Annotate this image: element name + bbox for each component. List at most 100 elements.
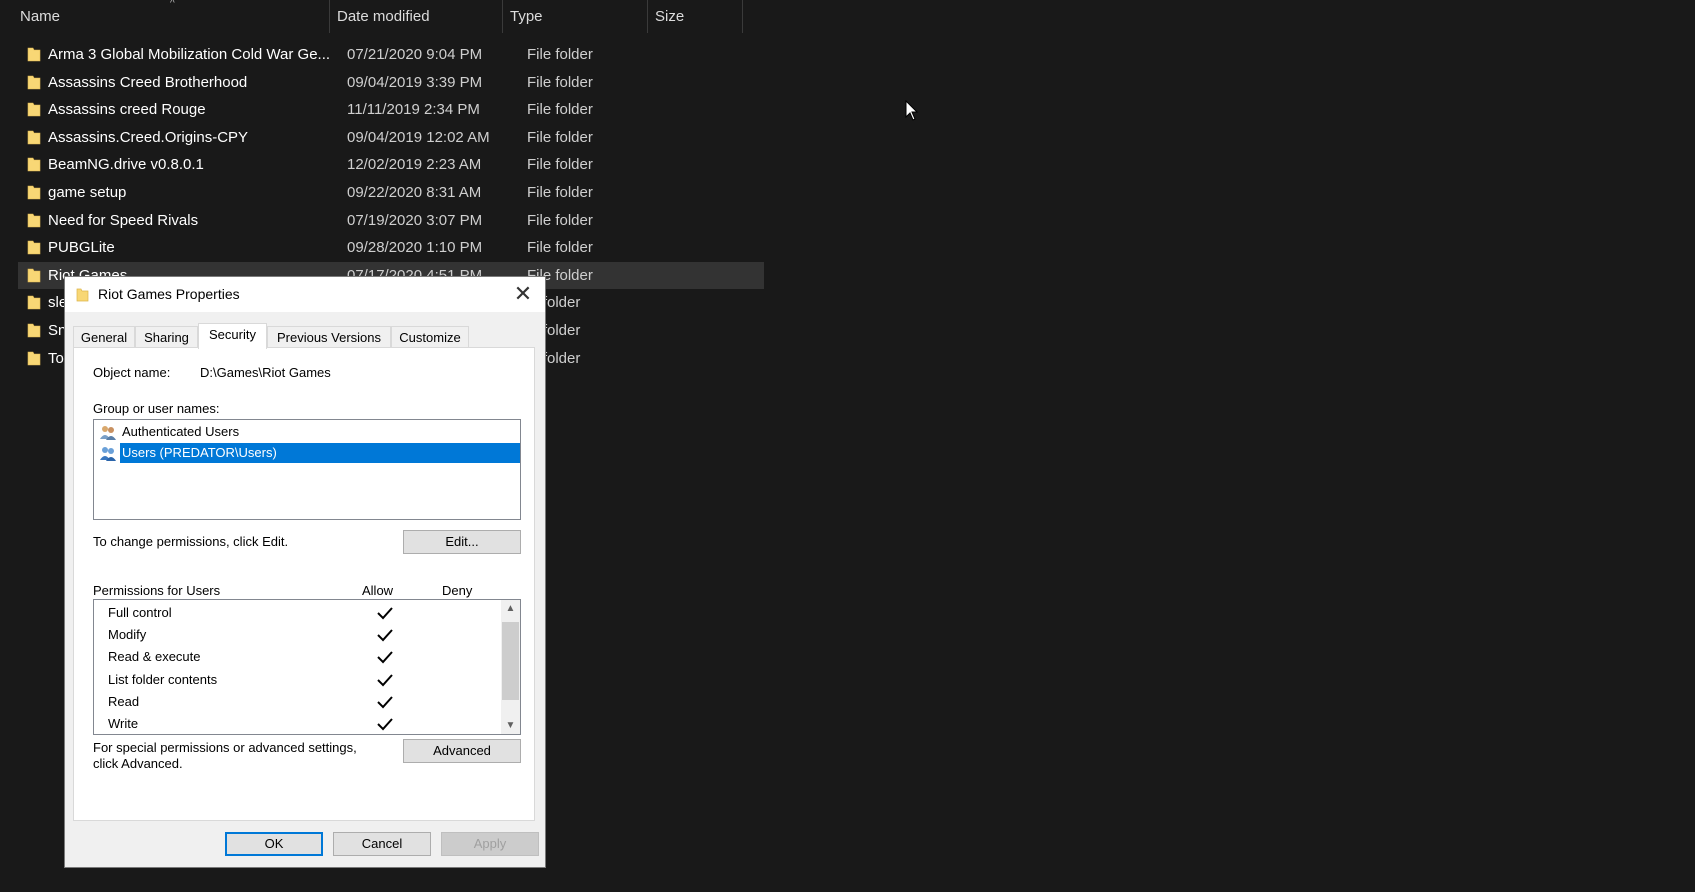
user-name: Authenticated Users [122, 424, 240, 439]
permission-row: Write [108, 713, 468, 735]
folder-icon [27, 295, 41, 310]
users-icon [100, 447, 116, 461]
file-type: File folder [527, 156, 593, 173]
column-size[interactable]: Size [647, 0, 747, 33]
column-header: ^ Name Date modified Type Size [0, 0, 770, 33]
permission-name: Modify [108, 627, 147, 643]
file-name: PUBGLite [48, 239, 115, 256]
file-row[interactable]: Assassins.Creed.Origins-CPY 09/04/2019 12… [18, 124, 764, 151]
file-row[interactable]: Assassins Creed Brotherhood 09/04/2019 3:… [18, 69, 764, 96]
close-button[interactable]: ✕ [501, 277, 545, 312]
column-date-modified[interactable]: Date modified [329, 0, 499, 33]
file-row[interactable]: Arma 3 Global Mobilization Cold War Ge..… [18, 41, 764, 68]
column-name[interactable]: Name [12, 0, 326, 33]
folder-icon [27, 323, 41, 338]
change-permissions-hint: To change permissions, click Edit. [93, 534, 289, 549]
group-label: Group or user names: [93, 401, 220, 416]
permission-row: Modify [108, 624, 468, 646]
ok-button[interactable]: OK [225, 832, 323, 856]
cancel-button[interactable]: Cancel [333, 832, 431, 856]
advanced-button[interactable]: Advanced [403, 739, 521, 763]
file-type: File folder [527, 239, 593, 256]
permission-row: Read & execute [108, 646, 468, 668]
file-size [676, 234, 756, 261]
user-list[interactable]: Authenticated Users Users (PREDATOR\User… [93, 419, 521, 520]
scroll-thumb[interactable] [502, 622, 519, 700]
file-type: File folder [527, 101, 593, 118]
scroll-up-icon[interactable]: ▲ [501, 600, 520, 617]
file-size [676, 289, 756, 316]
folder-icon [27, 130, 41, 145]
folder-icon [76, 288, 89, 302]
file-date: 12/02/2019 2:23 AM [347, 156, 482, 173]
edit-button[interactable]: Edit... [403, 530, 521, 554]
permission-row: Read [108, 691, 468, 713]
apply-button[interactable]: Apply [441, 832, 539, 856]
file-type: File folder [527, 184, 593, 201]
file-type: File folder [527, 129, 593, 146]
deny-column-label: Deny [442, 583, 473, 598]
permission-name: Read & execute [108, 649, 201, 665]
tab-security[interactable]: Security [198, 323, 267, 349]
permission-name: Write [108, 716, 139, 731]
user-item-authenticated-users[interactable]: Authenticated Users [99, 422, 520, 442]
column-type[interactable]: Type [502, 0, 642, 33]
file-name: Assassins.Creed.Origins-CPY [48, 129, 249, 146]
permission-name: Full control [108, 605, 172, 620]
tab-customize[interactable]: Customize [391, 326, 469, 347]
allow-column-label: Allow [362, 583, 394, 598]
folder-icon [27, 75, 41, 90]
file-name: game setup [48, 184, 127, 201]
folder-icon [27, 351, 41, 366]
users-icon [100, 426, 116, 440]
file-date: 07/21/2020 9:04 PM [347, 46, 483, 63]
file-size [676, 41, 756, 68]
allow-check-icon [377, 607, 393, 620]
file-row[interactable]: BeamNG.drive v0.8.0.1 12/02/2019 2:23 AM F… [18, 151, 764, 178]
tab-sharing[interactable]: Sharing [135, 326, 198, 347]
dialog-title: Riot Games Properties [98, 286, 240, 302]
allow-check-icon [377, 629, 393, 642]
permissions-list[interactable]: Full control Modify Read & execute List fol… [93, 599, 521, 735]
tab-previous-versions[interactable]: Previous Versions [267, 326, 391, 347]
file-date: 09/04/2019 3:39 PM [347, 74, 483, 91]
file-name: Need for Speed Rivals [48, 212, 199, 229]
file-name: BeamNG.drive v0.8.0.1 [48, 156, 204, 173]
file-row[interactable]: Assassins creed Rouge 11/11/2019 2:34 PM F… [18, 96, 764, 123]
file-date: 09/04/2019 12:02 AM [347, 129, 490, 146]
user-name: Users (PREDATOR\Users) [120, 443, 520, 463]
folder-icon [27, 240, 41, 255]
tab-general[interactable]: General [73, 326, 135, 347]
file-type: le folder [527, 322, 581, 339]
object-name-value: D:\Games\Riot Games [200, 365, 331, 380]
file-row[interactable]: game setup 09/22/2020 8:31 AM File folder [18, 179, 764, 206]
file-size [676, 69, 756, 96]
folder-icon [27, 185, 41, 200]
file-date: 11/11/2019 2:34 PM [347, 101, 480, 118]
file-type: File folder [527, 46, 593, 63]
allow-check-icon [377, 718, 393, 731]
dialog-titlebar[interactable]: Riot Games Properties ✕ [65, 277, 545, 312]
scroll-down-icon[interactable]: ▼ [501, 717, 520, 734]
column-divider[interactable] [742, 0, 743, 33]
permission-row: Full control [108, 602, 468, 624]
file-type: le folder [527, 294, 581, 311]
permissions-scrollbar[interactable]: ▲ ▼ [501, 600, 520, 734]
file-size [676, 345, 756, 372]
file-size [676, 96, 756, 123]
file-type: File folder [527, 212, 593, 229]
file-size [676, 262, 756, 289]
folder-icon [27, 47, 41, 62]
user-item-users[interactable]: Users (PREDATOR\Users) [99, 443, 520, 463]
file-size [676, 124, 756, 151]
file-row[interactable]: PUBGLite 09/28/2020 1:10 PM File folder [18, 234, 764, 261]
file-size [676, 207, 756, 234]
allow-check-icon [377, 651, 393, 664]
file-size [676, 151, 756, 178]
file-size [676, 317, 756, 344]
folder-icon [27, 102, 41, 117]
file-row[interactable]: Need for Speed Rivals 07/19/2020 3:07 PM F… [18, 207, 764, 234]
file-name: Assassins Creed Brotherhood [48, 74, 248, 91]
folder-icon [27, 157, 41, 172]
folder-icon [27, 213, 41, 228]
